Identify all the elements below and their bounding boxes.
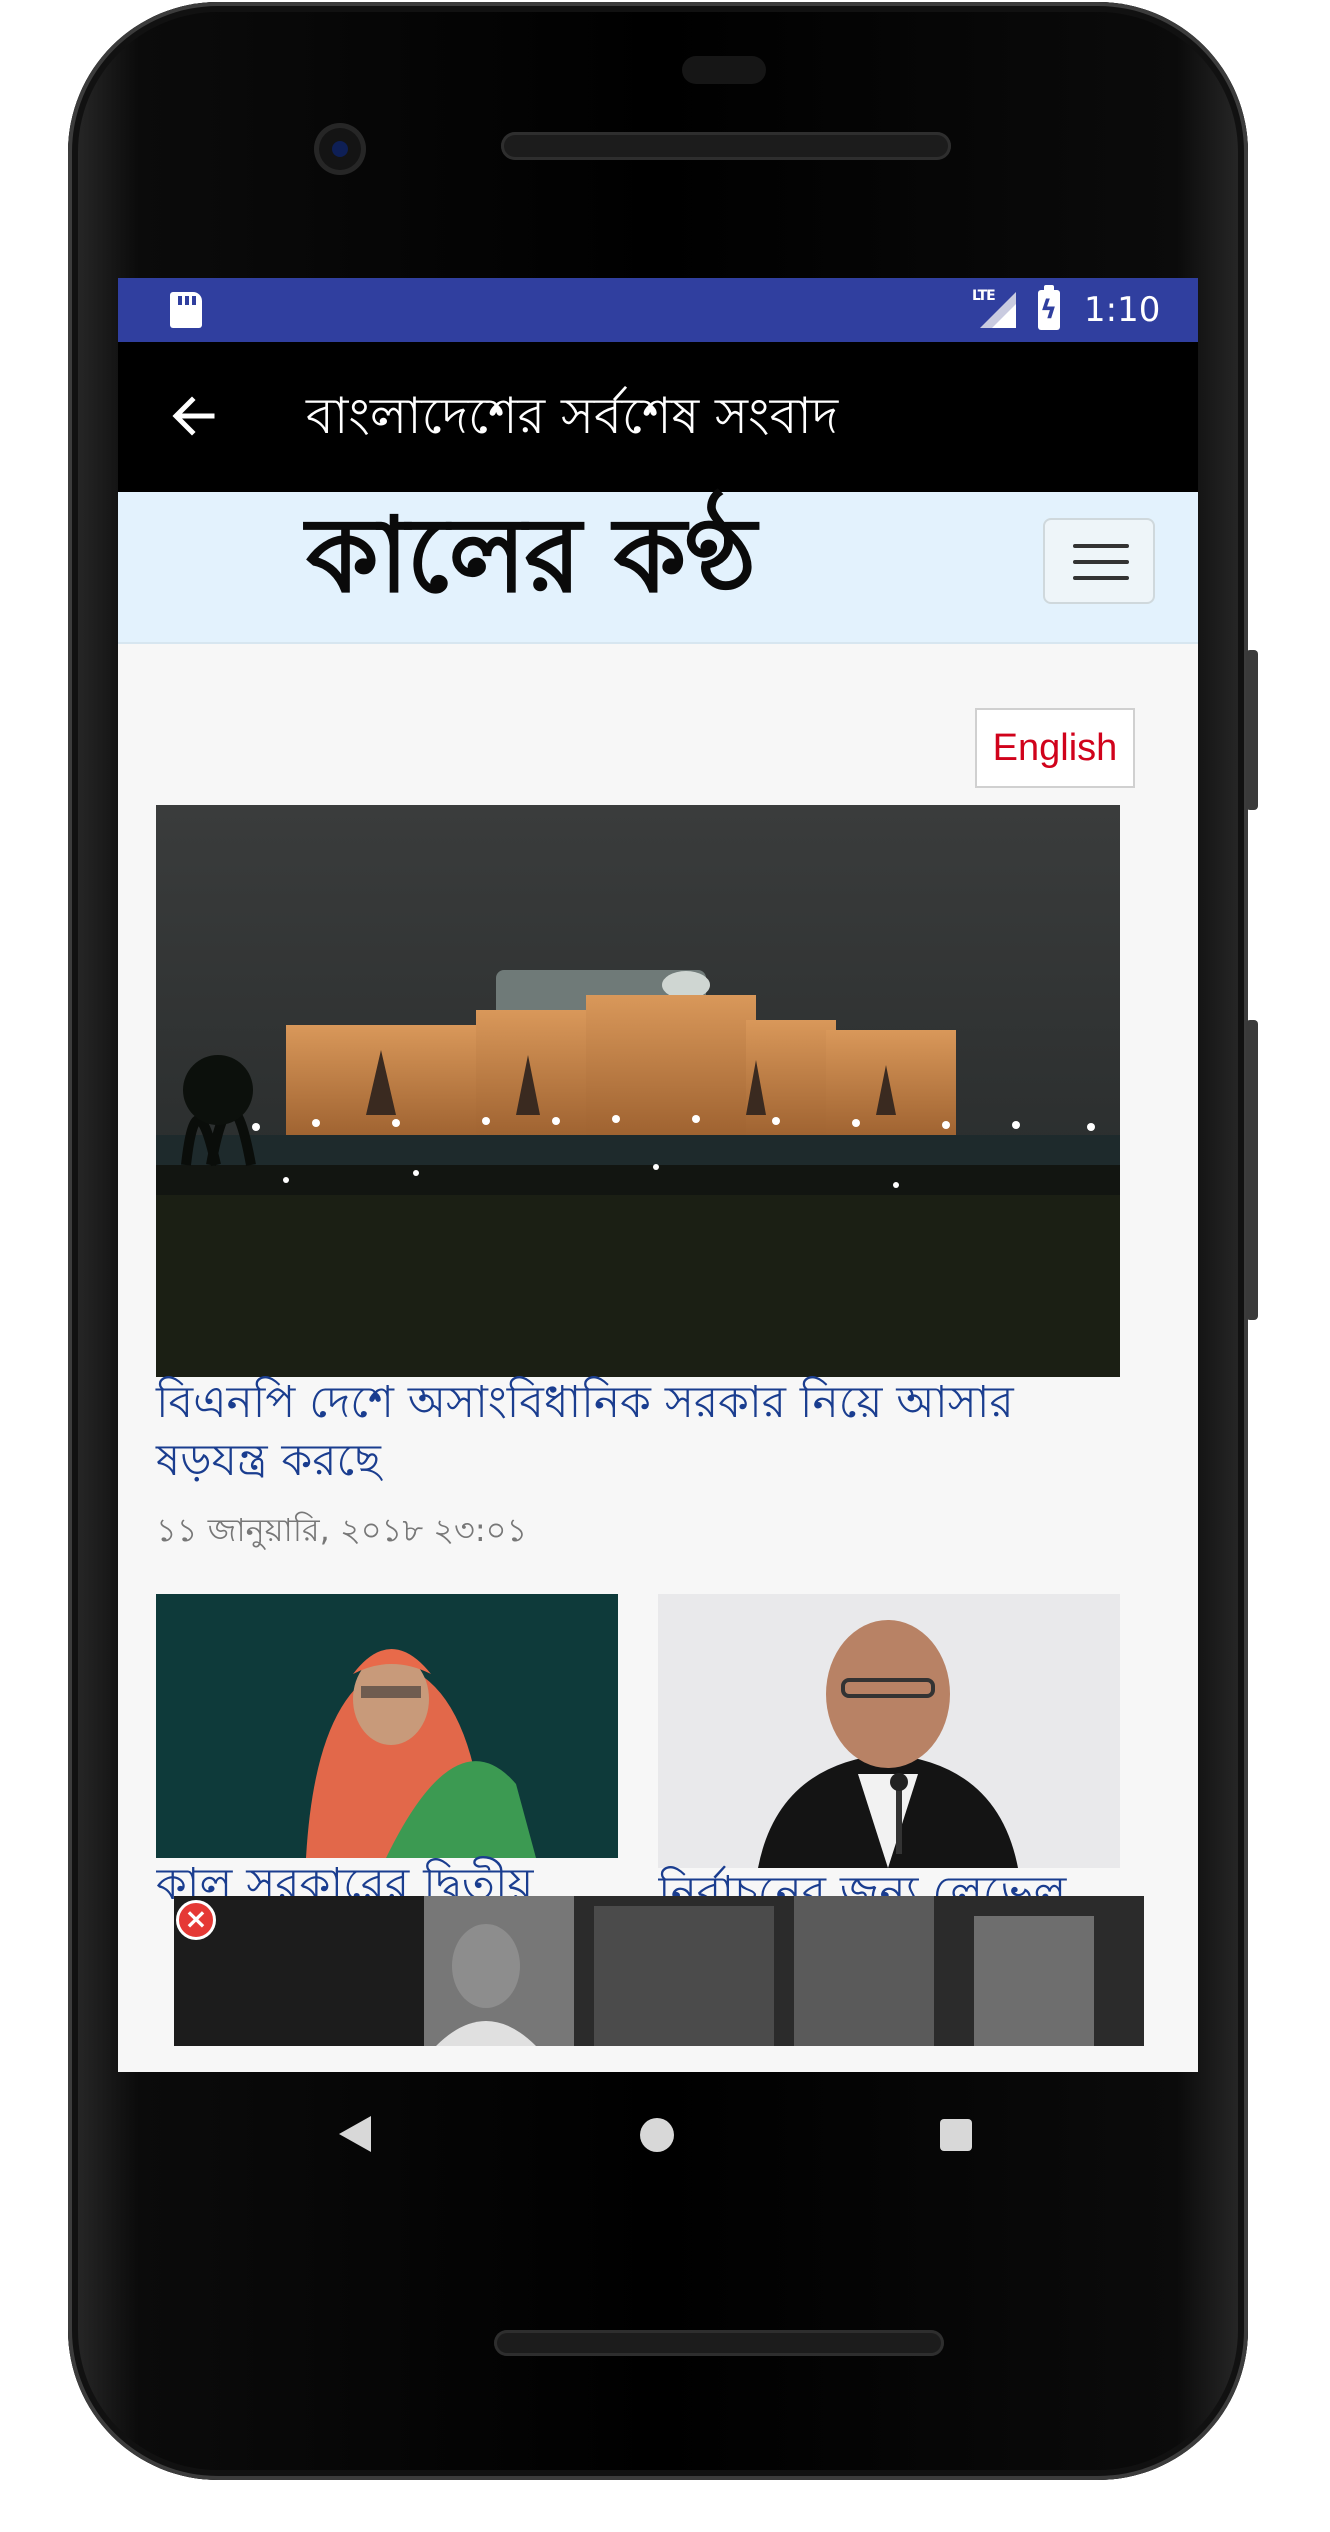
lead-story-title[interactable]: বিএনপি দেশে অসাংবিধানিক সরকার নিয়ে আসার… [156, 1374, 1136, 1490]
menu-icon-bar [1073, 576, 1129, 580]
close-ad-icon[interactable]: × [176, 1900, 216, 1940]
lead-story-image[interactable] [156, 805, 1120, 1377]
back-arrow-icon[interactable] [166, 388, 222, 444]
front-camera [314, 123, 366, 175]
english-language-button[interactable]: English [975, 708, 1135, 788]
story-thumbnail[interactable] [658, 1594, 1120, 1868]
power-button [1246, 1020, 1258, 1320]
menu-icon-bar [1073, 544, 1129, 548]
nav-home-button[interactable] [640, 2118, 674, 2152]
site-header: কালের কণ্ঠ [118, 492, 1198, 644]
earpiece-speaker [501, 132, 951, 160]
lead-story-date: ১১ জানুয়ারি, ২০১৮ ২৩:০১ [156, 1511, 528, 1549]
network-type: LTE [972, 288, 996, 304]
proximity-sensor [682, 56, 766, 84]
charging-icon: ϟ [1040, 295, 1058, 325]
story-thumbnail[interactable] [156, 1594, 618, 1858]
status-time: 1:10 [1084, 290, 1161, 330]
nav-recents-button[interactable] [940, 2119, 972, 2151]
signal-strength-icon [992, 304, 1016, 328]
bottom-speaker [494, 2330, 944, 2356]
site-logo[interactable]: কালের কণ্ঠ [306, 496, 756, 614]
app-toolbar: বাংলাদেশের সর্বশেষ সংবাদ [118, 342, 1198, 492]
sd-card-icon [170, 292, 202, 328]
menu-button[interactable] [1043, 518, 1155, 604]
menu-icon-bar [1073, 560, 1129, 564]
nav-back-button[interactable] [339, 2116, 371, 2152]
status-bar: LTE ϟ 1:10 [118, 278, 1198, 342]
ad-banner[interactable] [174, 1896, 1144, 2046]
toolbar-title: বাংলাদেশের সর্বশেষ সংবাদ [306, 387, 839, 445]
app-screen: LTE ϟ 1:10 বাংলাদেশের সর্বশেষ সংবাদ কালে… [118, 278, 1198, 2072]
volume-button [1246, 650, 1258, 810]
